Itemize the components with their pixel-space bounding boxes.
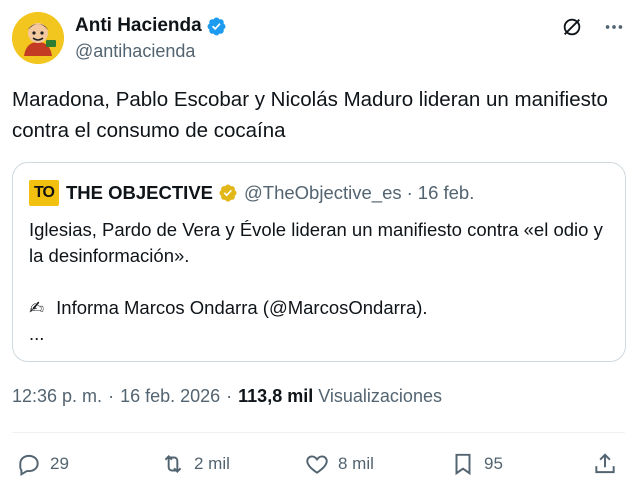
quoted-handle: @TheObjective_es xyxy=(244,182,402,203)
bookmark-count: 95 xyxy=(484,454,503,473)
reply-count: 29 xyxy=(50,454,69,473)
divider xyxy=(12,432,625,433)
bookmark-button[interactable]: 95 xyxy=(450,448,503,480)
views-count: 113,8 mil xyxy=(238,386,314,406)
tweet-actions: 29 2 mil 8 mil 95 xyxy=(12,448,626,480)
author-avatar[interactable] xyxy=(12,12,64,64)
author-names: Anti Hacienda @antihacienda xyxy=(75,14,227,62)
quoted-spacer xyxy=(29,269,609,295)
author-display-name[interactable]: Anti Hacienda xyxy=(75,15,202,37)
more-icon[interactable] xyxy=(603,16,625,38)
like-count: 8 mil xyxy=(338,454,374,473)
tweet-time[interactable]: 12:36 p. m. xyxy=(12,386,102,407)
reply-button[interactable]: 29 xyxy=(16,448,69,480)
quoted-credit-line: ✍ Informa Marcos Ondarra (@MarcosOndarra… xyxy=(29,295,609,321)
quoted-text-line: Iglesias, Pardo de Vera y Évole lideran … xyxy=(29,219,603,266)
quoted-credit-text: Informa Marcos Ondarra (@MarcosOndarra). xyxy=(56,297,428,318)
meta-separator: · xyxy=(226,386,233,406)
repost-icon xyxy=(164,455,182,473)
the-objective-logo: TO xyxy=(29,180,59,206)
quoted-date: 16 feb. xyxy=(417,182,475,203)
bookmark-icon xyxy=(455,453,471,476)
tweet-meta: 12:36 p. m. · 16 feb. 2026 · 113,8 mil V… xyxy=(12,386,442,407)
author-handle[interactable]: @antihacienda xyxy=(75,41,227,62)
share-icon xyxy=(595,453,615,474)
quoted-tweet-header: TO THE OBJECTIVE @TheObjective_es · 16 f… xyxy=(29,180,475,206)
meta-separator: · xyxy=(108,386,115,406)
share-button[interactable] xyxy=(592,448,618,480)
heart-icon xyxy=(306,455,328,474)
quoted-ellipsis: ... xyxy=(29,323,45,344)
quoted-tweet[interactable]: TO THE OBJECTIVE @TheObjective_es · 16 f… xyxy=(12,162,626,362)
quoted-separator: · xyxy=(406,182,413,203)
verified-badge-icon[interactable] xyxy=(206,16,227,37)
header-actions xyxy=(561,16,625,38)
repost-button[interactable]: 2 mil xyxy=(160,448,230,480)
reply-icon xyxy=(19,454,39,477)
gold-verified-badge-icon xyxy=(219,184,237,202)
like-button[interactable]: 8 mil xyxy=(304,448,374,480)
repost-count: 2 mil xyxy=(194,454,230,473)
cartoon-avatar-icon xyxy=(12,12,64,64)
views-label: Visualizaciones xyxy=(318,386,442,406)
tweet-date[interactable]: 16 feb. 2026 xyxy=(120,386,220,407)
quoted-display-name: THE OBJECTIVE xyxy=(66,182,213,203)
writing-hand-icon: ✍ xyxy=(29,298,45,318)
tweet-text: Maradona, Pablo Escobar y Nicolás Maduro… xyxy=(12,88,608,142)
tweet: Anti Hacienda @antihacienda Maradona, Pa… xyxy=(0,0,637,494)
grok-icon[interactable] xyxy=(561,16,583,38)
tweet-header: Anti Hacienda @antihacienda xyxy=(12,12,625,64)
quoted-tweet-body: Iglesias, Pardo de Vera y Évole lideran … xyxy=(29,217,609,347)
